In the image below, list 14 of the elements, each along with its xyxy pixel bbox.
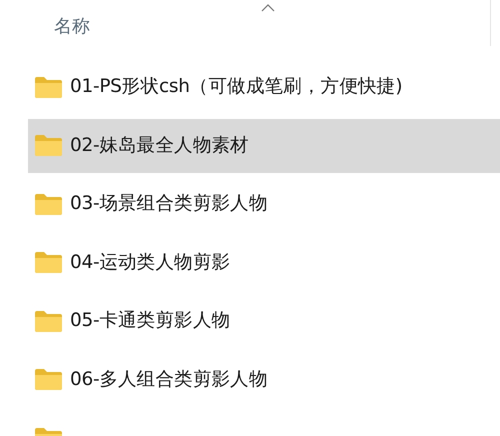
folder-name: 02-妹岛最全人物素材: [70, 134, 249, 158]
folder-name: 04-运动类人物剪影: [70, 250, 230, 275]
column-header[interactable]: 名称: [54, 13, 90, 40]
folder-row[interactable]: 02-妹岛最全人物素材: [28, 118, 500, 173]
folder-icon: [35, 252, 62, 274]
folder-name: 06-多人组合类剪影人物: [70, 368, 268, 392]
folder-icon: [35, 135, 62, 156]
folder-icon: [35, 369, 62, 390]
folder-icon: [35, 194, 62, 215]
folder-name: 01-PS形状csh（可做成笔刷，方便快捷): [70, 75, 402, 100]
folder-icon: [35, 310, 62, 332]
folder-name: 03-场景组合类剪影人物: [70, 192, 268, 216]
folder-icon: [35, 76, 62, 98]
folder-name: 05-卡通类剪影人物: [70, 309, 230, 334]
